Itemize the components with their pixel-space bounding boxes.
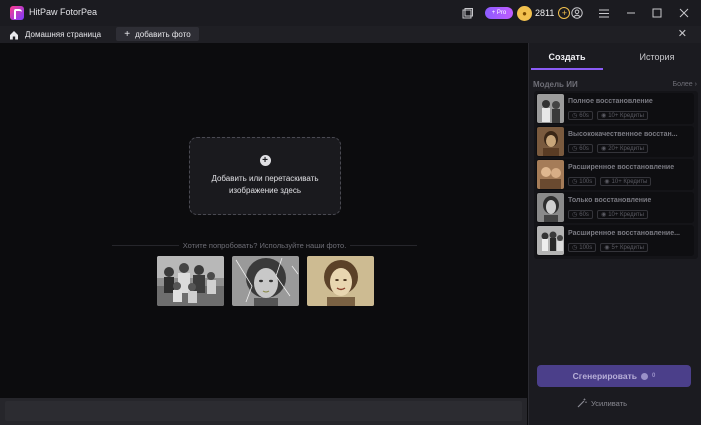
model-thumbnail (537, 94, 564, 123)
menu-icon[interactable] (597, 5, 611, 21)
close-tab-icon[interactable]: ✕ (678, 27, 687, 40)
maximize-icon[interactable] (650, 5, 664, 21)
try-samples-text: Хотите попробовать? Используйте наши фот… (182, 241, 347, 250)
tab-home[interactable]: Домашняя страница (9, 27, 101, 42)
model-credits-tag: ◉ 5+ Кредиты (600, 243, 648, 252)
enhance-label: Усиливать (591, 398, 628, 408)
model-item[interactable]: Расширенное восстановление ◷ 100s ◉ 10+ Кр… (536, 159, 694, 190)
clock-icon: ◷ (572, 113, 578, 119)
clock-icon: ◷ (572, 179, 578, 185)
model-time-tag: ◷ 100s (568, 177, 597, 186)
model-item[interactable]: Только восстановление ◷ 60s ◉ 10+ Кредиты (536, 192, 694, 223)
plus-icon: + (124, 28, 131, 40)
home-icon (10, 30, 18, 39)
sample-divider: Хотите попробовать? Используйте наши фот… (112, 241, 417, 250)
sample-photos (157, 256, 374, 306)
model-section-title: Модель ИИ (533, 79, 578, 89)
model-time-tag: ◷ 60s (568, 111, 593, 120)
model-thumbnail (537, 127, 564, 156)
add-icon: + (259, 155, 271, 166)
generate-button[interactable]: Сгенерировать 0 (537, 365, 691, 387)
coin-icon: ◉ (600, 113, 607, 119)
tab-add-photo[interactable]: + добавить фото (116, 27, 199, 41)
model-time-tag: ◷ 60s (568, 210, 593, 219)
dropzone-text: Добавить или перетаскивать изображение з… (211, 174, 319, 195)
coin-icon: ◉ (600, 212, 607, 218)
coin-icon: ● (517, 5, 532, 21)
upload-dropzone[interactable]: + Добавить или перетаскивать изображение… (189, 137, 341, 215)
right-panel: Создать История Модель ИИ Более › Полное… (528, 43, 701, 425)
panel-tabs: Создать История (529, 43, 701, 71)
tab-bar: Домашняя страница + добавить фото ✕ (0, 26, 701, 43)
model-name: Расширенное восстановление (568, 164, 675, 171)
save-icon[interactable] (460, 5, 474, 21)
model-name: Полное восстановление (568, 98, 653, 105)
generate-cost: 0 (651, 373, 656, 379)
model-credits-tag: ◉ 10+ Кредиты (596, 111, 648, 120)
model-thumbnail (537, 160, 564, 189)
model-section-header: Модель ИИ Более › (533, 78, 697, 90)
model-credits-tag: ◉ 20+ Кредиты (596, 144, 648, 153)
title-bar: HitPaw FotorPea + Pro ● 2811 + (0, 0, 701, 26)
clock-icon: ◷ (572, 146, 578, 152)
model-item[interactable]: Расширенное восстановление... ◷ 100s ◉ 5+ … (536, 225, 694, 256)
coin-icon (640, 372, 648, 380)
coin-icon: ◉ (600, 146, 607, 152)
model-name: Высококачественное восстан... (568, 131, 678, 138)
magic-wand-icon (577, 398, 587, 408)
account-icon[interactable] (570, 5, 584, 21)
model-credits-tag: ◉ 10+ Кредиты (596, 210, 648, 219)
model-name: Только восстановление (568, 197, 652, 204)
model-thumbnail (537, 193, 564, 222)
app-logo-icon (10, 6, 24, 20)
sample-photo-family[interactable] (157, 256, 224, 306)
pro-badge-button[interactable]: + Pro (485, 7, 513, 19)
bottom-bar (0, 398, 527, 425)
main-canvas: + Добавить или перетаскивать изображение… (0, 43, 527, 398)
credits-count: 2811 (535, 8, 555, 18)
enhance-button[interactable]: Усиливать (577, 398, 627, 408)
coin-icon: ◉ (604, 245, 610, 251)
model-item[interactable]: Высококачественное восстан... ◷ 60s ◉ 20+ … (536, 126, 694, 157)
model-item[interactable]: Полное восстановление ◷ 60s ◉ 10+ Кредиты (536, 93, 694, 124)
horizontal-scrollbar[interactable] (5, 401, 522, 421)
chevron-right-icon: › (694, 80, 697, 88)
close-icon[interactable] (677, 5, 691, 21)
model-time-tag: ◷ 100s (568, 243, 597, 252)
clock-icon: ◷ (572, 245, 578, 251)
minimize-icon[interactable] (624, 5, 638, 21)
model-credits-tag: ◉ 10+ Кредиты (600, 177, 652, 186)
tab-history[interactable]: История (619, 43, 695, 71)
generate-label: Сгенерировать (572, 371, 637, 381)
model-time-tag: ◷ 60s (568, 144, 593, 153)
sample-photo-sepia-portrait[interactable] (307, 256, 374, 306)
add-credits-icon[interactable]: + (558, 7, 571, 19)
model-name: Расширенное восстановление... (568, 230, 680, 237)
tab-home-label: Домашняя страница (25, 30, 102, 39)
app-title: HitPaw FotorPea (29, 7, 98, 17)
credits-widget[interactable]: ● 2811 + (517, 5, 571, 21)
sample-photo-damaged-portrait[interactable] (232, 256, 299, 306)
tab-add-photo-label: добавить фото (135, 29, 191, 39)
more-link[interactable]: Более › (672, 81, 697, 88)
tab-create[interactable]: Создать (529, 43, 605, 71)
coin-icon: ◉ (604, 179, 610, 185)
model-list: Полное восстановление ◷ 60s ◉ 10+ Кредиты … (534, 91, 698, 259)
clock-icon: ◷ (572, 212, 578, 218)
model-thumbnail (537, 226, 564, 255)
